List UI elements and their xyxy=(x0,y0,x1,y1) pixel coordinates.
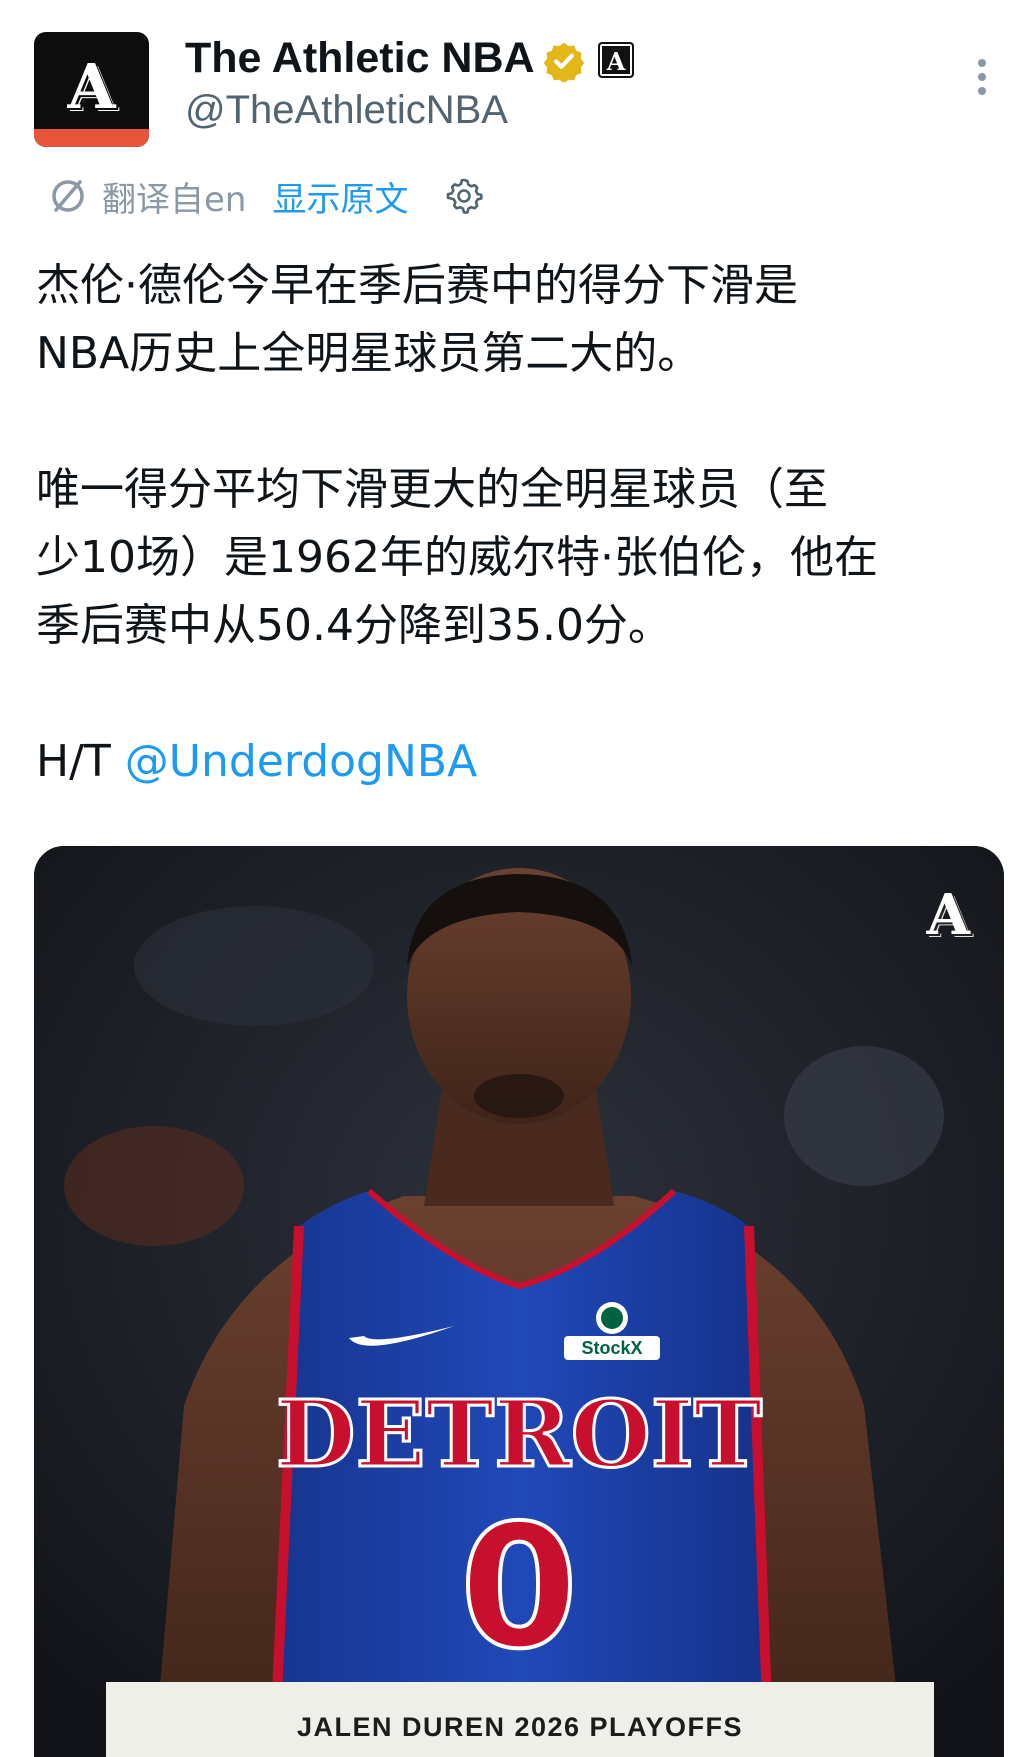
hat-tip-line: H/T @UnderdogNBA xyxy=(36,728,1006,796)
hat-tip-prefix: H/T xyxy=(36,736,125,787)
athletic-watermark-logo: A xyxy=(926,882,970,948)
jersey-number: 0 xyxy=(460,1489,578,1687)
image-caption: JALEN DUREN 2026 PLAYOFFS xyxy=(296,1712,744,1742)
more-options-icon[interactable] xyxy=(970,56,994,100)
avatar-logo: A xyxy=(67,50,116,123)
player-photo: StockX DETROIT 0 xyxy=(34,846,1004,1757)
avatar-stripe xyxy=(34,129,149,147)
affiliate-badge-icon[interactable]: A xyxy=(598,42,634,78)
avatar[interactable]: A xyxy=(34,32,149,147)
image-caption-strip: JALEN DUREN 2026 PLAYOFFS xyxy=(106,1682,934,1757)
translation-bar: 翻译自en 显示原文 xyxy=(48,172,484,220)
tweet-line-3: 唯一得分平均下滑更大的全明星球员（至 xyxy=(36,464,828,515)
translated-from-label: 翻译自en xyxy=(102,179,247,220)
mention-link[interactable]: @UnderdogNBA xyxy=(125,736,477,787)
display-name[interactable]: The Athletic NBA xyxy=(185,34,535,83)
tweet-line-1: 杰伦·德伦今早在季后赛中的得分下滑是 xyxy=(36,260,798,311)
tweet-line-5: 季后赛中从50.4分降到35.0分。 xyxy=(36,600,672,651)
jersey-team-text: DETROIT xyxy=(276,1380,762,1488)
gear-icon[interactable] xyxy=(444,176,484,216)
tweet-media-image[interactable]: StockX DETROIT 0 A JALEN DUREN 2026 PLAY… xyxy=(34,846,1004,1757)
show-original-link[interactable]: 显示原文 xyxy=(272,172,408,221)
translate-icon xyxy=(52,180,84,212)
tweet-text: 杰伦·德伦今早在季后赛中的得分下滑是 NBA历史上全明星球员第二大的。 唯一得分… xyxy=(36,252,1006,796)
jersey-sponsor: StockX xyxy=(581,1338,642,1358)
verified-gold-icon[interactable] xyxy=(543,40,585,82)
user-handle[interactable]: @TheAthleticNBA xyxy=(185,88,508,133)
tweet-detail: A The Athletic NBA A @TheAthleticNBA 翻译自… xyxy=(0,0,1031,1757)
tweet-line-2: NBA历史上全明星球员第二大的。 xyxy=(36,328,702,379)
tweet-line-4: 少10场）是1962年的威尔特·张伯伦，他在 xyxy=(36,532,878,583)
